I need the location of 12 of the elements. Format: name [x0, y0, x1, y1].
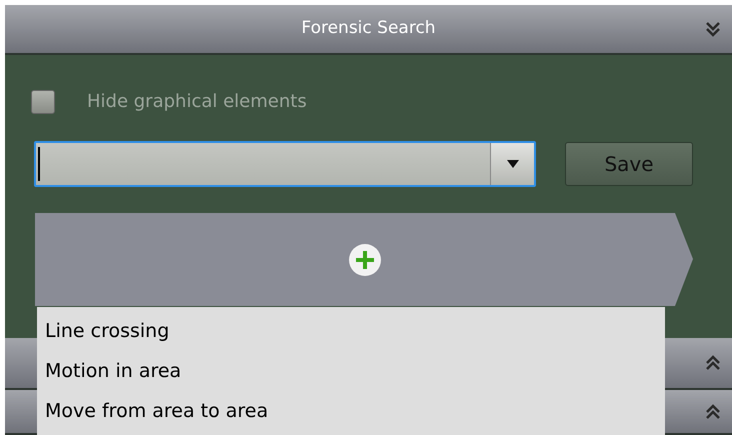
- menu-item[interactable]: Motion in area: [37, 351, 665, 391]
- menu-item[interactable]: Move from area to area: [37, 391, 665, 431]
- double-chevron-up-icon[interactable]: [704, 402, 722, 420]
- panel-title: Forensic Search: [301, 17, 436, 40]
- add-icon[interactable]: [348, 243, 382, 277]
- double-chevron-up-icon[interactable]: [704, 354, 722, 372]
- checkbox[interactable]: [31, 90, 55, 114]
- checkbox-label: Hide graphical elements: [87, 90, 307, 114]
- double-chevron-down-icon[interactable]: [704, 20, 722, 38]
- menu-item[interactable]: Line crossing: [37, 311, 665, 351]
- caret-icon: [506, 160, 518, 168]
- dropdown-arrow-button[interactable]: [490, 143, 534, 185]
